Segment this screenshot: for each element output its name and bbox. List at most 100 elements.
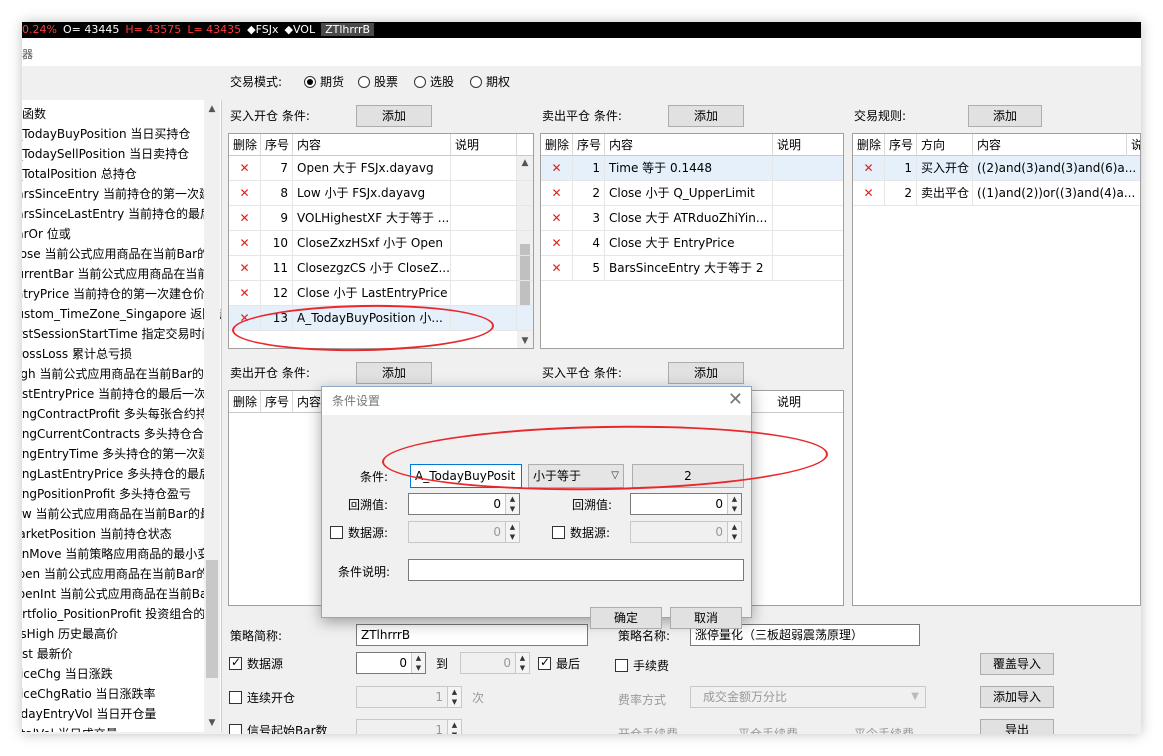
function-item[interactable]: LongCurrentContracts 多头持仓合约 [22,424,221,444]
function-item[interactable]: Low 当前公式应用商品在当前Bar的最 [22,504,221,524]
scroll-up-icon[interactable]: ▲ [204,102,220,116]
scroll-down-icon[interactable]: ▼ [204,716,220,730]
datasource-checkbox[interactable] [229,655,242,670]
tree-root[interactable]: 函数 [22,104,221,124]
delete-icon[interactable]: ✕ [853,181,885,206]
table-row[interactable]: ✕ 3 Close 大于 ATRduoZhiYin... [541,206,843,231]
table-row[interactable]: ✕ 12 Close 小于 LastEntryPrice [229,281,533,306]
delete-icon[interactable]: ✕ [541,181,573,206]
radio-stocks[interactable] [358,76,370,88]
radio-options[interactable] [470,76,482,88]
table-row[interactable]: ✕ 1 Time 等于 0.1448 [541,156,843,181]
function-item[interactable]: OpenInt 当前公式应用商品在当前Ba [22,584,221,604]
delete-icon[interactable]: ✕ [229,206,261,231]
function-item[interactable]: A_TodayBuyPosition 当日买持仓 [22,124,221,144]
function-item[interactable]: LongLastEntryPrice 多头持仓的最后 [22,464,221,484]
datasource-from-input[interactable]: 0 ▲ ▼ [356,652,426,674]
function-item[interactable]: PriceChgRatio 当日涨跌率 [22,684,221,704]
spin-icon[interactable]: ▲▼ [515,653,529,673]
consecutive-input[interactable]: 1 ▲ ▼ [356,686,462,708]
delete-icon[interactable]: ✕ [541,206,573,231]
function-item[interactable]: High 当前公式应用商品在当前Bar的 [22,364,221,384]
function-item[interactable]: Custom_TimeZone_Singapore 返回新 [22,304,221,324]
spin-icon[interactable]: ▲▼ [411,653,425,673]
sell-open-add-button[interactable]: 添加 [356,362,432,384]
trade-mode-screener[interactable]: 选股 [414,74,454,90]
function-item[interactable]: LongContractProfit 多头每张合约持 [22,404,221,424]
cond-left-field[interactable]: A_TodayBuyPosit [410,464,522,488]
function-item[interactable]: Open 当前公式应用商品在当前Bar的 [22,564,221,584]
lookback-left-input[interactable]: 0 ▲ ▼ [408,493,520,515]
function-item[interactable]: MarketPosition 当前持仓状态 [22,524,221,544]
function-item[interactable]: Last 最新价 [22,644,221,664]
cond-operator-select[interactable]: 小于等于 ▽ [528,464,624,488]
table-row[interactable]: ✕ 2 卖出平仓 ((1)and(2))or((3)and(4)a... [853,181,1140,206]
datasource-left-input[interactable]: 0 ▲ ▼ [408,521,520,543]
trade-mode-options[interactable]: 期权 [470,74,510,90]
spin-icon[interactable]: ▲▼ [727,522,741,542]
add-import-button[interactable]: 添加导入 [980,686,1054,708]
table-row[interactable]: ✕ 11 ClosezgzCS 小于 CloseZ... [229,256,533,281]
datasource-right-input[interactable]: 0 ▲ ▼ [630,521,742,543]
function-item[interactable]: Close 当前公式应用商品在当前Bar的 [22,244,221,264]
cover-import-button[interactable]: 覆盖导入 [980,653,1054,675]
function-item[interactable]: LongPositionProfit 多头持仓盈亏 [22,484,221,504]
table-row[interactable]: ✕ 13 A_TodayBuyPosition 小... [229,306,533,331]
buy-open-add-button[interactable]: 添加 [356,105,432,127]
trade-mode-futures[interactable]: 期货 [304,74,344,90]
table-row[interactable]: ✕ 8 Low 小于 FSJx.dayavg [229,181,533,206]
delete-icon[interactable]: ✕ [853,156,885,181]
sell-close-add-button[interactable]: 添加 [668,105,744,127]
latest-checkbox[interactable] [538,655,551,670]
consecutive-checkbox[interactable] [229,691,242,704]
signal-checkbox[interactable] [229,724,242,734]
cond-note-input[interactable] [408,559,744,581]
datasource-left-checkbox[interactable] [330,526,343,539]
delete-icon[interactable]: ✕ [541,256,573,281]
delete-icon[interactable]: ✕ [541,231,573,256]
function-item[interactable]: TodayEntryVol 当日开仓量 [22,704,221,724]
function-item[interactable]: A_TotalPosition 总持仓 [22,164,221,184]
delete-icon[interactable]: ✕ [229,256,261,281]
table-row[interactable]: ✕ 10 CloseZxzHSxf 小于 Open [229,231,533,256]
function-item[interactable]: LastEntryPrice 当前持仓的最后一次建 [22,384,221,404]
delete-icon[interactable]: ✕ [229,281,261,306]
function-item[interactable]: EntryPrice 当前持仓的第一次建仓价格 [22,284,221,304]
radio-futures[interactable] [304,76,316,88]
function-item[interactable]: BarsSinceLastEntry 当前持仓的最后 [22,204,221,224]
datasource-to-input[interactable]: 0 ▲ ▼ [460,652,530,674]
trade-mode-stocks[interactable]: 股票 [358,74,398,90]
buy-close-add-button[interactable]: 添加 [668,362,744,384]
function-item[interactable]: BarsSinceEntry 当前持仓的第一次建 [22,184,221,204]
function-item[interactable]: A_TodaySellPosition 当日卖持仓 [22,144,221,164]
function-list-scrollbar[interactable]: ▲ ▼ [204,100,220,732]
spin-icon[interactable]: ▲▼ [447,720,461,734]
ticker-item[interactable]: ZTlhrrrB [321,23,375,36]
table-row[interactable]: ✕ 9 VOLHighestXF 大于等于 ... [229,206,533,231]
function-item[interactable]: BarOr 位或 [22,224,221,244]
scroll-thumb[interactable] [206,560,218,678]
spin-icon[interactable]: ▲▼ [727,494,741,514]
table-row[interactable]: ✕ 7 Open 大于 FSJx.dayavg [229,156,533,181]
fee-checkbox[interactable] [615,659,628,672]
delete-icon[interactable]: ✕ [541,156,573,181]
table-row[interactable]: ✕ 2 Close 小于 Q_UpperLimit [541,181,843,206]
table-row[interactable]: ✕ 5 BarsSinceEntry 大于等于 2 [541,256,843,281]
function-item[interactable]: GrossLoss 累计总亏损 [22,344,221,364]
spin-icon[interactable]: ▲▼ [505,522,519,542]
function-list[interactable]: 函数 A_TodayBuyPosition 当日买持仓 A_TodaySellPos… [22,100,222,732]
function-item[interactable]: MinMove 当前策略应用商品的最小变 [22,544,221,564]
export-button[interactable]: 导出 [980,719,1054,734]
datasource-right-checkbox[interactable] [552,526,565,539]
function-item[interactable]: CurrentBar 当前公式应用商品在当前 [22,264,221,284]
ok-button[interactable]: 确定 [590,607,662,629]
signal-input[interactable]: 1 ▲▼ [356,719,462,734]
rate-mode-select[interactable]: 成交金额万分比 ▼ [690,686,926,708]
strategy-short-input[interactable]: ZTlhrrrB [356,624,588,646]
function-item[interactable]: LongEntryTime 多头持仓的第一次建 [22,444,221,464]
function-item[interactable]: Portfolio_PositionProfit 投资组合的 [22,604,221,624]
delete-icon[interactable]: ✕ [229,181,261,206]
spin-icon[interactable]: ▲▼ [447,687,461,707]
function-item[interactable]: TotalVol 当日成交量 [22,724,221,732]
spin-icon[interactable]: ▲▼ [505,494,519,514]
